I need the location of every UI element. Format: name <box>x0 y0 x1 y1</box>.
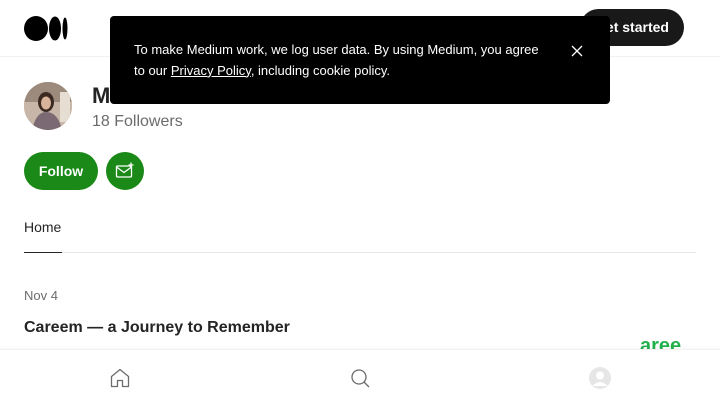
medium-logo-icon[interactable] <box>24 16 69 41</box>
close-icon[interactable] <box>570 44 584 58</box>
post-date: Nov 4 <box>24 288 58 303</box>
tab-home[interactable]: Home <box>24 212 62 253</box>
post-title[interactable]: Careem — a Journey to Remember <box>24 317 290 339</box>
privacy-policy-link[interactable]: Privacy Policy <box>171 63 251 78</box>
profile-name: M <box>92 83 111 108</box>
mail-plus-icon <box>115 162 134 178</box>
cookie-banner-text: To make Medium work, we log user data. B… <box>134 42 539 78</box>
search-icon[interactable] <box>348 366 372 390</box>
cookie-banner: To make Medium work, we log user data. B… <box>110 16 610 104</box>
profile-icon[interactable] <box>588 366 612 390</box>
post-thumbnail[interactable]: aree <box>640 334 696 350</box>
home-icon[interactable] <box>108 366 132 390</box>
profile-tabs: Home <box>24 212 696 253</box>
bottom-nav <box>0 349 720 405</box>
avatar[interactable] <box>24 82 72 130</box>
subscribe-button[interactable] <box>106 152 144 190</box>
followers-count[interactable]: 18 Followers <box>92 111 183 133</box>
follow-button[interactable]: Follow <box>24 152 98 190</box>
